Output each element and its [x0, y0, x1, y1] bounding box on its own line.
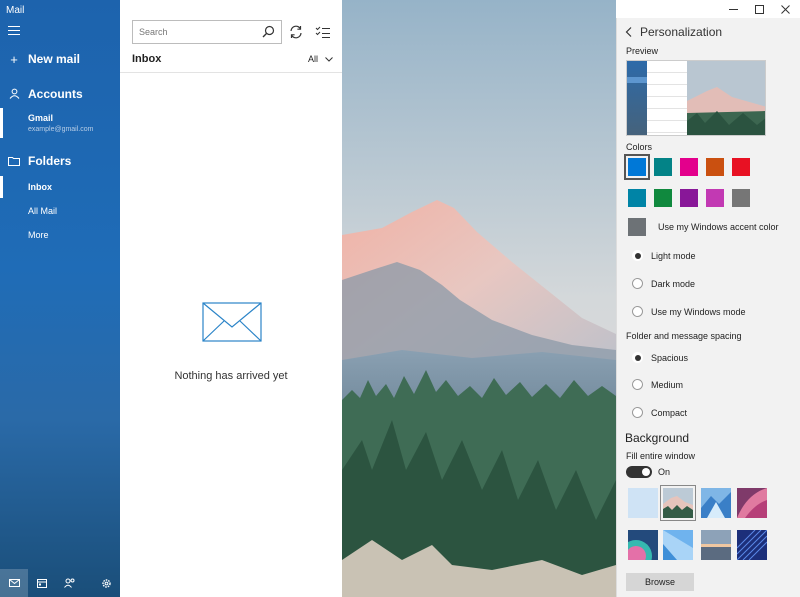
radio-light-mode[interactable]: Light mode [632, 250, 696, 261]
radio-windows-mode[interactable]: Use my Windows mode [632, 306, 746, 317]
radio-dot [632, 379, 643, 390]
selection-mode-icon[interactable] [315, 24, 331, 40]
background-thumb-navy-lines[interactable] [737, 530, 767, 560]
color-swatch[interactable] [654, 158, 672, 176]
radio-label: Compact [651, 407, 688, 418]
color-swatch[interactable] [732, 158, 750, 176]
person-icon [0, 87, 28, 102]
spacing-label: Folder and message spacing [626, 331, 742, 341]
radio-dark-mode[interactable]: Dark mode [632, 278, 695, 289]
color-swatch[interactable] [732, 189, 750, 207]
color-swatch[interactable] [624, 154, 650, 180]
mail-icon[interactable] [0, 569, 28, 597]
new-mail-button[interactable]: + New mail [0, 48, 120, 70]
color-swatch[interactable] [680, 189, 698, 207]
radio-spacious[interactable]: Spacious [632, 352, 688, 363]
sync-icon[interactable] [288, 24, 304, 40]
background-thumb-light-blue[interactable] [628, 488, 658, 518]
minimize-icon[interactable] [720, 0, 746, 18]
folders-button[interactable]: Folders [0, 150, 120, 172]
toggle-state: On [658, 467, 671, 477]
color-swatch[interactable] [706, 158, 724, 176]
theme-preview [626, 60, 766, 136]
background-heading: Background [625, 431, 690, 445]
radio-dot [632, 352, 643, 363]
background-thumb-sunset[interactable] [701, 530, 731, 560]
background-thumb-mountain[interactable] [660, 485, 696, 521]
accounts-label: Accounts [28, 87, 83, 101]
accent-color-label: Use my Windows accent color [658, 222, 779, 232]
app-title: Mail [6, 5, 25, 16]
radio-label: Use my Windows mode [651, 306, 746, 317]
plus-icon: + [10, 51, 18, 67]
background-thumb-teal-abstract[interactable] [628, 530, 658, 560]
settings-gear-icon[interactable] [92, 569, 120, 597]
preview-label: Preview [626, 46, 659, 56]
search-icon[interactable] [262, 25, 275, 40]
color-swatch[interactable] [680, 158, 698, 176]
search-placeholder: Search [139, 27, 168, 37]
folder-icon [0, 154, 28, 169]
radio-medium[interactable]: Medium [632, 379, 683, 390]
empty-state-message: Nothing has arrived yet [174, 370, 288, 382]
panel-title: Personalization [640, 25, 723, 39]
back-arrow-icon[interactable] [625, 26, 632, 40]
accent-color-swatch [628, 218, 646, 236]
new-mail-label: New mail [28, 52, 81, 66]
maximize-icon[interactable] [746, 0, 772, 18]
hamburger-menu-icon[interactable] [8, 26, 20, 36]
people-icon[interactable] [56, 569, 84, 597]
account-email: example@gmail.com [28, 126, 94, 133]
search-input[interactable]: Search [132, 20, 282, 44]
accounts-button[interactable]: Accounts [0, 83, 120, 105]
color-swatch[interactable] [706, 189, 724, 207]
fill-window-label: Fill entire window [626, 451, 696, 461]
radio-dot [632, 407, 643, 418]
background-thumb-sky-abstract[interactable] [663, 530, 693, 560]
calendar-icon[interactable] [28, 569, 56, 597]
close-icon[interactable] [772, 0, 798, 18]
radio-dot [632, 278, 643, 289]
windows-accent-color-option[interactable]: Use my Windows accent color [628, 218, 779, 236]
empty-envelope-icon [202, 302, 262, 345]
background-thumb-blue-abstract[interactable] [701, 488, 731, 518]
message-list-pane: Search Inbox All Nothing has arrived yet [120, 0, 342, 597]
personalization-panel: Personalization Preview Colors Use my Wi… [616, 18, 800, 597]
nav-bottom-bar [0, 569, 120, 597]
radio-dot [632, 250, 643, 261]
color-swatch[interactable] [654, 189, 672, 207]
navigation-pane: Mail + New mail Accounts Gmail example@g… [0, 0, 120, 597]
background-image [342, 0, 616, 597]
radio-label: Light mode [651, 250, 696, 261]
color-swatch[interactable] [628, 189, 646, 207]
background-thumb-pink-abstract[interactable] [737, 488, 767, 518]
radio-label: Medium [651, 379, 684, 390]
chevron-down-icon [324, 54, 333, 64]
list-divider [120, 72, 342, 73]
folders-label: Folders [28, 154, 72, 168]
folder-more[interactable]: More [0, 224, 120, 246]
radio-label: Spacious [651, 352, 689, 363]
radio-dot [632, 306, 643, 317]
radio-label: Dark mode [651, 278, 696, 289]
folder-all-mail[interactable]: All Mail [0, 200, 120, 222]
browse-button[interactable]: Browse [626, 573, 694, 591]
account-gmail[interactable]: Gmail [0, 108, 120, 138]
folder-title: Inbox [132, 53, 162, 65]
radio-compact[interactable]: Compact [632, 407, 687, 418]
colors-label: Colors [626, 142, 653, 152]
folder-inbox[interactable]: Inbox [0, 176, 120, 198]
fill-window-toggle[interactable] [626, 466, 652, 478]
account-name: Gmail [28, 113, 54, 123]
filter-value: All [308, 54, 319, 64]
filter-dropdown[interactable]: All [308, 54, 333, 64]
